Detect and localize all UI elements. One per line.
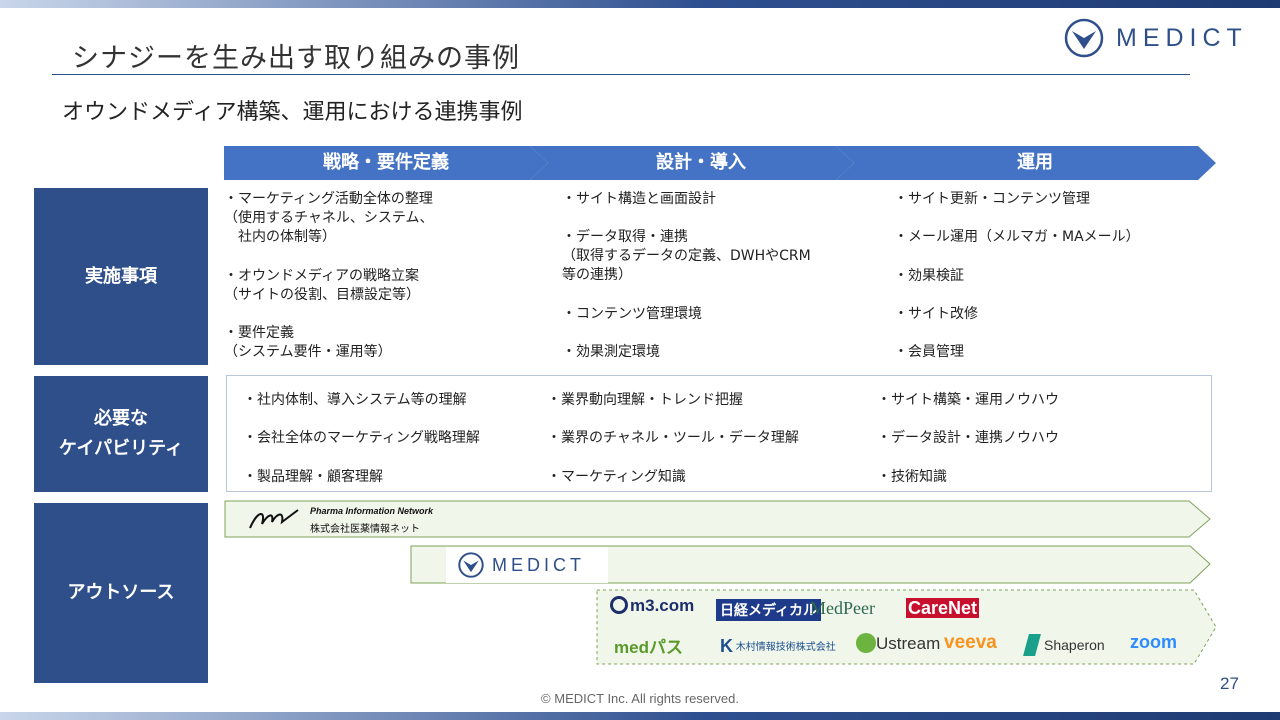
logo-shaperon: Shaperon [1023,634,1105,656]
shaperon-icon [1023,634,1041,656]
capability-item: ・製品理解・顧客理解 [243,469,383,485]
logo-text: Ustream [876,634,941,653]
phase-operation: 運用 [836,146,1216,180]
logo-carenet: CareNet [906,598,980,619]
bottom-accent-bar [0,712,1280,720]
list-item: ・オウンドメディアの戦略立案 （サイトの役割、目標設定等） [224,268,420,303]
list-item: ・データ取得・連携 （取得するデータの定義、DWHやCRM 等の連携） [562,229,811,283]
title-divider [52,74,1190,75]
phase-label: 戦略・要件定義 [323,152,449,173]
medict-logo-icon [1064,18,1104,58]
page-number: 27 [1220,674,1239,693]
copyright-footer: © MEDICT Inc. All rights reserved. [541,691,739,706]
logo-medpeer: MedPeer [810,598,875,618]
top-accent-bar [0,0,1280,8]
pin-signature-icon [249,509,299,529]
logo-nikkei-medical: 日経メディカル [716,599,822,621]
phase-label: 設計・導入 [656,152,746,173]
pin-logo: Pharma Information Network 株式会社医薬情報ネット [248,506,433,536]
m3-icon [610,596,628,614]
capability-item: ・マーケティング知識 [547,469,686,485]
capability-item: ・業界のチャネル・ツール・データ理解 [547,430,799,446]
list-item: ・効果測定環境 [562,344,660,360]
logo-ustream: Ustream [856,633,940,654]
list-item: ・サイト改修 [894,306,978,322]
row-label-implementation: 実施事項 [34,188,208,365]
logo-text: MEDICT [1116,23,1248,52]
logo-text: Shaperon [1044,637,1105,653]
list-item: ・サイト更新・コンテンツ管理 [894,191,1090,207]
logo-text: m3.com [630,596,695,615]
pin-name-jp: 株式会社医薬情報ネット [310,524,420,535]
medict-small-logo: MEDICT [446,547,608,583]
medict-small-text: MEDICT [492,554,585,575]
phase-label: 運用 [1017,152,1053,173]
row-label-capability: 必要な ケイパビリティ [34,376,208,492]
pin-name-en: Pharma Information Network [310,506,434,516]
capability-box: ・社内体制、導入システム等の理解 ・会社全体のマーケティング戦略理解 ・製品理解… [226,375,1212,492]
list-item: ・マーケティング活動全体の整理 （使用するチャネル、システム、 社内の体制等） [224,191,434,245]
list-item: ・要件定義 （システム要件・運用等） [224,325,392,360]
logo-text: 木村情報技術株式会社 [735,642,836,653]
row-label-outsource: アウトソース [34,503,208,683]
medict-logo-icon [458,552,484,578]
ustream-icon [856,633,876,653]
logo-text: CareNet [906,598,980,618]
logo-zoom: zoom [1130,632,1177,652]
list-item: ・サイト構造と画面設計 [562,191,716,207]
phase-design: 設計・導入 [530,146,854,180]
capability-item: ・業界動向理解・トレンド把握 [547,392,743,408]
capability-item: ・会社全体のマーケティング戦略理解 [243,430,480,446]
phase-strategy: 戦略・要件定義 [224,146,548,180]
section-subtitle: オウンドメディア構築、運用における連携事例 [62,100,523,125]
capability-item: ・技術知識 [877,469,947,485]
capability-item: ・サイト構築・運用ノウハウ [877,392,1059,408]
page-title: シナジーを生み出す取り組みの事例 [72,43,520,74]
logo-m3: m3.com [610,596,694,616]
list-item: ・会員管理 [894,344,964,360]
capability-item: ・社内体制、導入システム等の理解 [243,392,467,408]
list-item: ・メール運用（メルマガ・MAメール） [894,229,1140,245]
list-item: ・効果検証 [894,268,964,284]
logo-veeva: veeva [944,632,997,653]
capability-item: ・データ設計・連携ノウハウ [877,430,1059,446]
logo-kimura: K 木村情報技術株式会社 [720,636,836,657]
medict-logo: MEDICT [1064,18,1248,58]
kimura-k-icon: K [720,636,733,656]
logo-medpass: medパス [614,638,683,657]
list-item: ・コンテンツ管理環境 [562,306,702,322]
